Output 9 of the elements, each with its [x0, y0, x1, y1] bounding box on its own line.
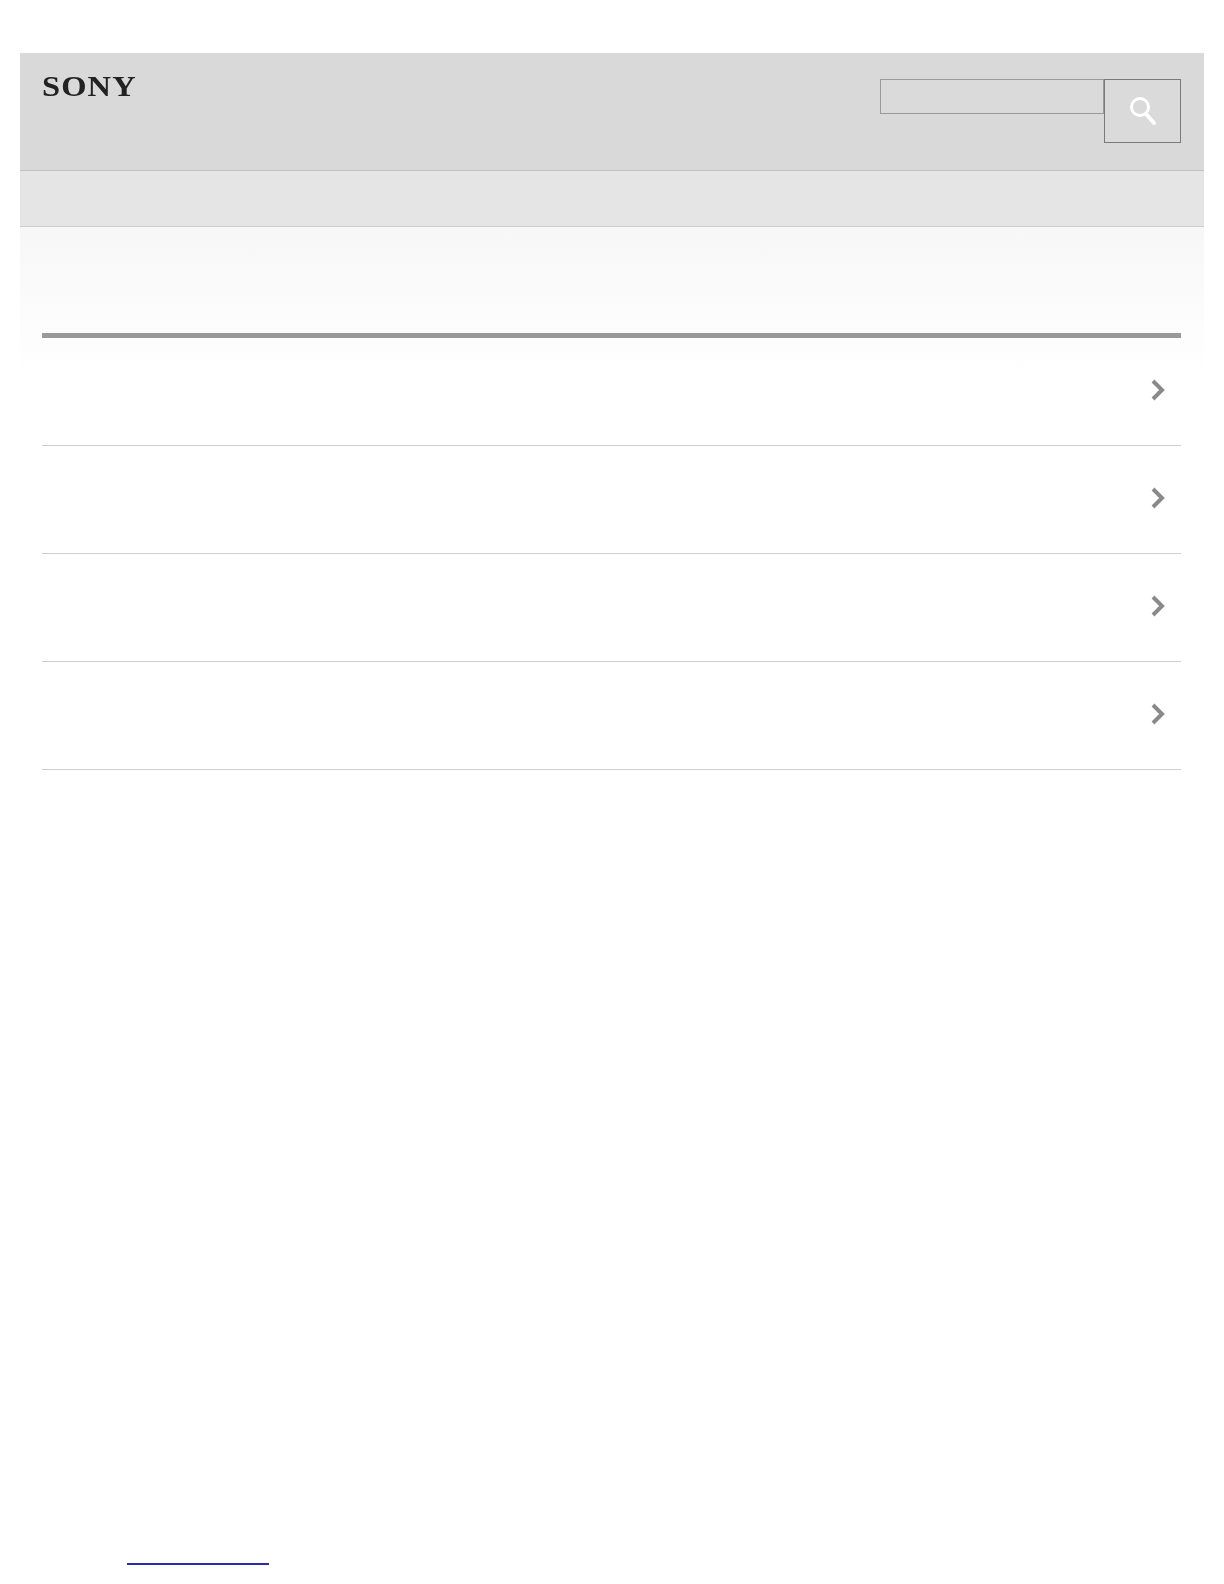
chevron-right-icon — [1151, 486, 1165, 509]
search-button[interactable] — [1104, 79, 1181, 143]
chevron-right-icon — [1151, 702, 1165, 725]
chevron-right-icon — [1151, 378, 1165, 401]
search-field[interactable] — [880, 79, 1104, 114]
link-underline[interactable] — [127, 1563, 269, 1565]
search-icon — [1128, 96, 1157, 126]
logo[interactable]: SONY — [42, 75, 137, 97]
chevron-right-icon — [1151, 594, 1165, 617]
